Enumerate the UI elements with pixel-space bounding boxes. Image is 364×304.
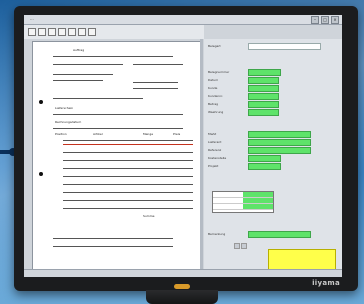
pane-splitter[interactable]	[200, 39, 203, 275]
field-label: MwSt	[208, 132, 217, 136]
toolbar-button-5[interactable]	[68, 28, 76, 36]
line-items-table[interactable]	[212, 191, 274, 213]
index-fields-pane: Belegart Belegnummer Datum Kunde Kundenn…	[204, 39, 342, 275]
status-bar	[24, 269, 342, 277]
doc-rule	[53, 56, 173, 57]
window-controls: – □ ×	[311, 16, 339, 24]
doc-rule	[53, 238, 173, 239]
doc-col: Preis	[173, 132, 181, 136]
field-input[interactable]	[248, 154, 281, 162]
doc-rule	[133, 88, 178, 89]
table-row[interactable]	[213, 204, 273, 210]
toolbar	[24, 25, 204, 39]
field-label: Projekt	[208, 164, 219, 168]
field-input[interactable]	[248, 108, 279, 116]
field-row: Betrag	[208, 100, 279, 108]
maximize-button[interactable]: □	[321, 16, 329, 24]
doc-rule	[63, 140, 193, 141]
field-input[interactable]	[248, 42, 321, 50]
field-label: Kostenstelle	[208, 156, 227, 160]
window-titlebar: ... – □ ×	[24, 15, 342, 25]
field-input[interactable]	[248, 100, 279, 108]
field-row: Referenz	[208, 146, 311, 154]
monitor-stand	[146, 290, 218, 304]
red-highlight-line	[63, 144, 193, 145]
punch-hole	[39, 100, 43, 104]
field-label: Kunde	[208, 86, 218, 90]
doc-header: Auftrag	[73, 48, 85, 52]
field-input[interactable]	[248, 162, 281, 170]
field-label: Bemerkung	[208, 232, 226, 236]
field-row: Lieferant	[208, 138, 311, 146]
field-row: MwSt	[208, 130, 311, 138]
field-row: Datum	[208, 76, 279, 84]
field-label: Belegart	[208, 44, 221, 48]
field-label: Referenz	[208, 148, 222, 152]
doc-rule	[63, 208, 193, 209]
doc-rule	[63, 160, 193, 161]
field-label: Betrag	[208, 102, 219, 106]
doc-rule	[63, 184, 193, 185]
field-input[interactable]	[248, 84, 279, 92]
doc-rule	[63, 176, 193, 177]
doc-rule	[53, 128, 183, 129]
field-input[interactable]	[248, 68, 281, 76]
tab-1[interactable]	[234, 243, 240, 249]
monitor-bezel: ... – □ × Auftrag Lieferschein Rechnungs…	[14, 6, 358, 291]
tab-2[interactable]	[241, 243, 247, 249]
field-row: Belegart	[208, 42, 321, 50]
screen: ... – □ × Auftrag Lieferschein Rechnungs…	[24, 15, 342, 277]
document-preview[interactable]: Auftrag Lieferschein Rechnungsdatum Posi…	[32, 41, 202, 275]
doc-label: Lieferschein	[55, 106, 74, 110]
field-label: Datum	[208, 78, 219, 82]
doc-rule	[53, 114, 183, 115]
field-row: Kunde	[208, 84, 279, 92]
field-input[interactable]	[248, 146, 311, 154]
doc-rule	[63, 168, 193, 169]
field-row: Belegnummer	[208, 68, 281, 76]
toolbar-button-4[interactable]	[58, 28, 66, 36]
field-label: Belegnummer	[208, 70, 230, 74]
punch-hole	[39, 172, 43, 176]
doc-col: Artikel	[93, 132, 103, 136]
doc-label: Rechnungsdatum	[55, 120, 82, 124]
toolbar-button-7[interactable]	[88, 28, 96, 36]
field-input[interactable]	[248, 130, 311, 138]
doc-total: Summe	[143, 214, 155, 218]
field-input[interactable]	[248, 76, 279, 84]
toolbar-button-3[interactable]	[48, 28, 56, 36]
power-button[interactable]	[174, 284, 190, 289]
doc-col: Position	[55, 132, 67, 136]
doc-rule	[133, 64, 183, 65]
window-title: ...	[30, 16, 34, 21]
field-input[interactable]	[248, 138, 311, 146]
toolbar-button-6[interactable]	[78, 28, 86, 36]
field-input[interactable]	[248, 230, 311, 238]
doc-rule	[53, 80, 103, 81]
field-label: Lieferant	[208, 140, 222, 144]
close-button[interactable]: ×	[331, 16, 339, 24]
doc-col: Menge	[143, 132, 154, 136]
field-input[interactable]	[248, 92, 279, 100]
doc-rule	[53, 64, 123, 65]
doc-rule	[133, 82, 178, 83]
doc-rule	[53, 74, 113, 75]
toolbar-button-2[interactable]	[38, 28, 46, 36]
minimize-button[interactable]: –	[311, 16, 319, 24]
doc-rule	[63, 200, 193, 201]
field-row: Kostenstelle	[208, 154, 281, 162]
doc-rule	[63, 152, 193, 153]
toolbar-button-1[interactable]	[28, 28, 36, 36]
field-row: Kundennr.	[208, 92, 279, 100]
field-row: Bemerkung	[208, 230, 311, 238]
doc-rule	[53, 98, 143, 99]
doc-rule	[53, 246, 173, 247]
field-label: Kundennr.	[208, 94, 224, 98]
field-row: Waehrung	[208, 108, 279, 116]
doc-rule	[63, 192, 193, 193]
field-row: Projekt	[208, 162, 281, 170]
field-label: Waehrung	[208, 110, 224, 114]
monitor-brand-logo: iiyama	[312, 279, 340, 287]
